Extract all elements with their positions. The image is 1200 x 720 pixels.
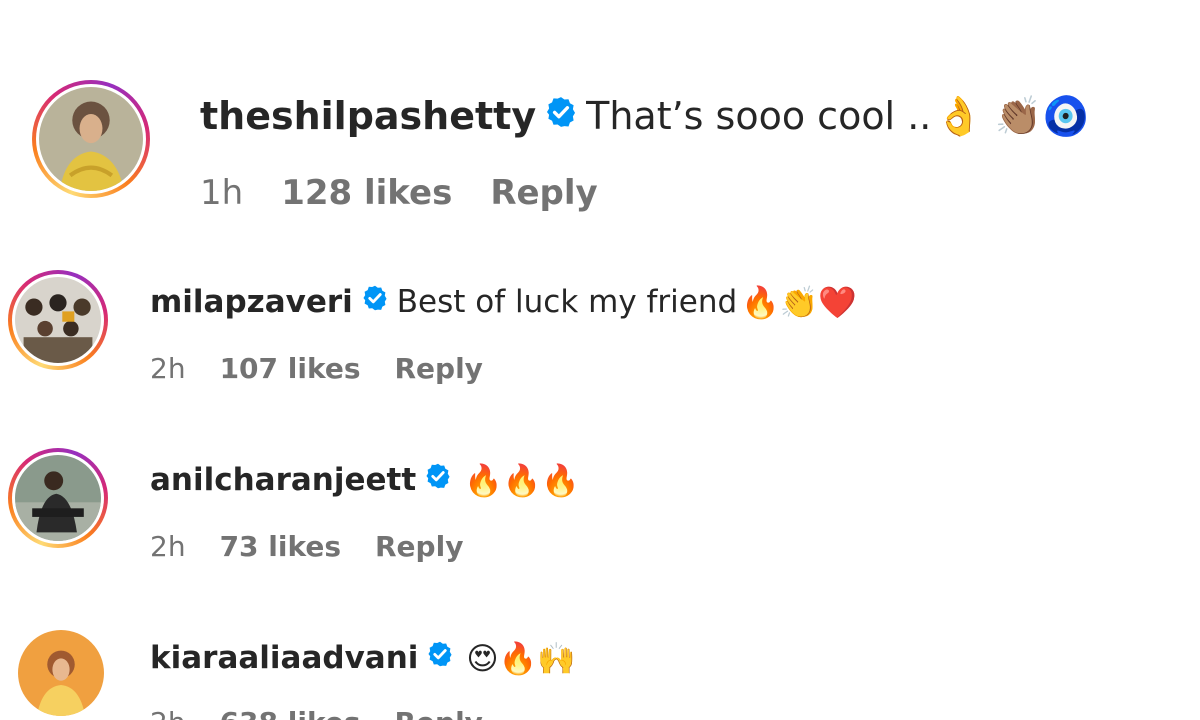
comment-meta: 2h 73 likes Reply [150,526,497,566]
reply-button[interactable]: Reply [394,352,482,385]
story-ring[interactable] [8,448,108,548]
username[interactable]: theshilpashetty [200,94,536,138]
comment-time[interactable]: 2h [150,530,186,563]
avatar[interactable] [15,455,101,541]
comment-line: theshilpashetty That’s sooo cool .. 👌 👏🏽… [200,88,1089,144]
comment-line: milapzaveri Best of luck my friend 🔥👏❤️ [150,280,857,324]
avatar[interactable] [15,277,101,363]
comment-text: Best of luck my friend [396,284,738,320]
comment-text: That’s sooo cool .. [586,94,932,138]
comment-time[interactable]: 2h [150,352,186,385]
comment-line: kiaraaliaadvani 😍🔥🙌 [150,636,576,680]
comment-emojis: 😍🔥🙌 [466,640,576,677]
likes-count[interactable]: 638 likes [220,706,361,720]
comment-time[interactable]: 2h [150,706,186,720]
reply-button[interactable]: Reply [490,173,597,213]
comment-meta: 2h 638 likes Reply [150,702,517,720]
comment-emojis: 🔥👏❤️ [741,284,857,321]
comment-meta: 2h 107 likes Reply [150,348,517,388]
verified-badge-icon [544,94,578,138]
reply-button[interactable]: Reply [394,706,482,720]
verified-badge-icon [361,284,389,320]
comment-emojis: 🔥🔥🔥 [464,462,580,499]
comment-meta: 1h 128 likes Reply [200,170,636,216]
username[interactable]: kiaraaliaadvani [150,640,418,676]
username[interactable]: anilcharanjeett [150,462,416,498]
verified-badge-icon [424,462,452,498]
likes-count[interactable]: 73 likes [220,530,341,563]
likes-count[interactable]: 128 likes [281,173,452,213]
reply-button[interactable]: Reply [375,530,463,563]
comment-time[interactable]: 1h [200,173,243,213]
username[interactable]: milapzaveri [150,284,353,320]
avatar[interactable] [39,87,143,191]
likes-count[interactable]: 107 likes [220,352,361,385]
comment-emojis: 👌 👏🏽🧿 [935,93,1090,138]
verified-badge-icon [426,640,454,676]
story-ring[interactable] [32,80,150,198]
avatar[interactable] [18,630,104,716]
avatar-frame[interactable] [18,630,104,716]
comment-line: anilcharanjeett 🔥🔥🔥 [150,458,580,502]
comments-list: theshilpashetty That’s sooo cool .. 👌 👏🏽… [0,0,1200,720]
story-ring[interactable] [8,270,108,370]
